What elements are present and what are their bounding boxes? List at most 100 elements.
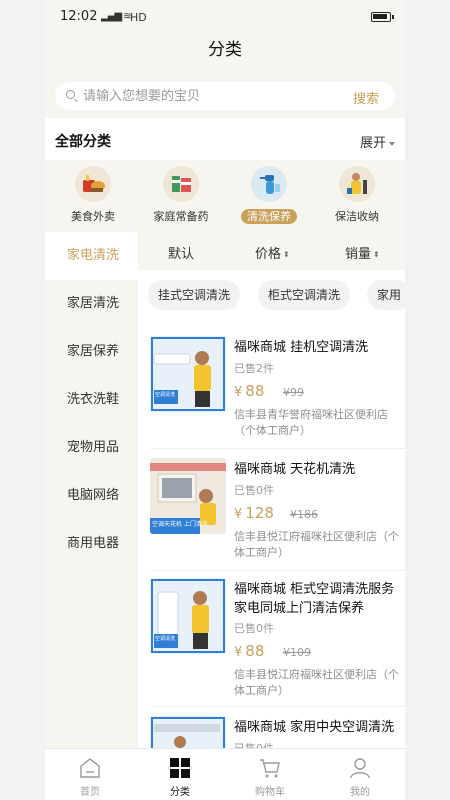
search-bar: 搜索 (45, 74, 405, 118)
food-icon (75, 166, 111, 202)
category-label: 家庭常备药 (153, 210, 209, 223)
expand-button[interactable]: 展开 (360, 132, 395, 151)
cart-icon (260, 759, 280, 778)
product-name: 福咪商城 柜式空调清洗服务家电同城上门清洁保养 (234, 582, 395, 616)
category-label: 保洁收纳 (335, 210, 379, 223)
profile-icon (350, 758, 370, 779)
bottom-tab-bar: 首页 分类 购物车 我的 (45, 748, 405, 800)
phone-frame: 12:02 ▂▄▆ ≋ HD 分类 搜索 全部分类 展开 (45, 0, 405, 800)
product-price: ¥128 (234, 504, 274, 522)
nav-item-computer-network[interactable]: 电脑网络 (45, 472, 138, 520)
status-time: 12:02 (60, 9, 98, 24)
thumb-caption: 空调天花机 上门清洗 (152, 521, 208, 528)
category-label: 清洗保养 (241, 209, 297, 224)
category-strip: 美食外卖 家庭常备药 清洗保养 保洁收纳 (45, 160, 405, 232)
product-sold: 已售0件 (234, 484, 274, 497)
tab-label: 首页 (80, 787, 100, 798)
tab-profile[interactable]: 我的 (315, 749, 405, 800)
sort-sales-label: 销量 (345, 247, 372, 262)
battery-icon (371, 12, 394, 22)
left-margin (0, 0, 45, 800)
sort-arrows-icon: ⬍ (283, 250, 290, 259)
cleaning-icon (251, 166, 287, 202)
category-medicine[interactable]: 家庭常备药 (139, 164, 223, 230)
search-box[interactable]: 搜索 (55, 82, 395, 110)
search-input[interactable] (83, 86, 323, 106)
price-value: 88 (245, 642, 265, 660)
sort-arrows-icon: ⬍ (373, 250, 380, 259)
divider (150, 448, 405, 449)
chip-wall-ac[interactable]: 挂式空调清洗 (148, 280, 241, 310)
tab-label: 分类 (170, 787, 190, 798)
all-categories-title: 全部分类 (55, 134, 111, 150)
nav-item-commercial-appliances[interactable]: 商用电器 (45, 520, 138, 568)
product-image: 空调清洗 (150, 578, 226, 654)
product-name: 福咪商城 天花机清洗 (234, 462, 356, 477)
chip-cabinet-ac[interactable]: 柜式空调清洗 (258, 280, 351, 310)
expand-label: 展开 (359, 136, 386, 151)
product-name: 福咪商城 家用中央空调清洗 (234, 720, 395, 735)
nav-item-laundry[interactable]: 洗衣洗鞋 (45, 376, 138, 424)
page-title: 分类 (208, 40, 242, 60)
network-label: HD (130, 11, 147, 24)
product-shop: 信丰县悦江府福咪社区便利店（个体工商户） (234, 668, 399, 697)
currency-symbol: ¥ (234, 385, 243, 400)
product-sold: 已售0件 (234, 622, 274, 635)
product-card[interactable]: 福咪商城 家用中央空调清洗 已售0件 (150, 716, 405, 748)
currency-symbol: ¥ (234, 507, 243, 522)
sort-price[interactable]: 价格 ⬍ (255, 243, 290, 262)
all-categories-header: 全部分类 展开 (45, 118, 405, 160)
sort-price-label: 价格 (255, 247, 282, 262)
caret-down-icon (389, 141, 395, 146)
right-margin (405, 0, 450, 800)
title-bar: 分类 (45, 34, 405, 74)
product-price: ¥88 (234, 642, 264, 660)
tab-label: 购物车 (255, 787, 285, 798)
thumb-caption: 空调清洗 (155, 392, 176, 398)
tab-category[interactable]: 分类 (135, 749, 225, 800)
category-housekeeping[interactable]: 保洁收纳 (315, 164, 399, 230)
category-cleaning[interactable]: 清洗保养 (227, 164, 311, 230)
nav-item-appliance-cleaning[interactable]: 家电清洗 (45, 232, 138, 280)
category-food[interactable]: 美食外卖 (51, 164, 135, 230)
price-value: 128 (245, 504, 274, 522)
product-image: 空调清洗 (150, 336, 226, 412)
medicine-icon (163, 166, 199, 202)
nav-item-pet-supplies[interactable]: 宠物用品 (45, 424, 138, 472)
thumb-caption: 空调清洗 (155, 636, 176, 642)
left-category-nav: 家电清洗 家居清洗 家居保养 洗衣洗鞋 宠物用品 电脑网络 商用电器 (45, 232, 138, 748)
sort-default[interactable]: 默认 (168, 243, 194, 262)
divider (150, 570, 405, 571)
price-value: 88 (245, 382, 265, 400)
product-sold: 已售0件 (234, 740, 274, 748)
product-card[interactable]: 空调清洗 福咪商城 挂机空调清洗 已售2件 ¥88 ¥99 信丰县青华誉府福咪社… (150, 336, 405, 444)
category-icon (170, 758, 190, 778)
divider (150, 706, 405, 707)
nav-item-home-maintenance[interactable]: 家居保养 (45, 328, 138, 376)
sort-sales[interactable]: 销量 ⬍ (345, 243, 380, 262)
tab-cart[interactable]: 购物车 (225, 749, 315, 800)
product-sold: 已售2件 (234, 362, 274, 375)
housekeeping-icon (339, 166, 375, 202)
product-original-price: ¥109 (283, 646, 311, 659)
product-shop: 信丰县青华誉府福咪社区便利店（个体工商户） (234, 408, 388, 437)
product-name: 福咪商城 挂机空调清洗 (234, 340, 369, 355)
product-panel: 默认 价格 ⬍ 销量 ⬍ 挂式空调清洗 柜式空调清洗 家用 空调清洗 福咪商城 … (138, 232, 405, 748)
product-shop: 信丰县悦江府福咪社区便利店（个体工商户） (234, 530, 399, 559)
nav-item-home-cleaning[interactable]: 家居清洗 (45, 280, 138, 328)
product-card[interactable]: 空调天花机 上门清洗 福咪商城 天花机清洗 已售0件 ¥128 ¥186 信丰县… (150, 458, 405, 566)
product-original-price: ¥99 (283, 386, 304, 399)
search-icon (66, 90, 75, 99)
status-bar: 12:02 ▂▄▆ ≋ HD (45, 0, 405, 34)
chip-household[interactable]: 家用 (367, 280, 405, 310)
product-image (150, 716, 226, 748)
tab-home[interactable]: 首页 (45, 749, 135, 800)
search-button[interactable]: 搜索 (353, 88, 379, 107)
home-icon (80, 758, 100, 778)
app-screen: 12:02 ▂▄▆ ≋ HD 分类 搜索 全部分类 展开 (0, 0, 450, 800)
signal-icon: ▂▄▆ ≋ (101, 11, 132, 22)
currency-symbol: ¥ (234, 645, 243, 660)
category-label: 美食外卖 (71, 210, 115, 223)
product-card[interactable]: 空调清洗 福咪商城 柜式空调清洗服务家电同城上门清洁保养 已售0件 ¥88 ¥1… (150, 578, 405, 702)
product-original-price: ¥186 (290, 508, 318, 521)
